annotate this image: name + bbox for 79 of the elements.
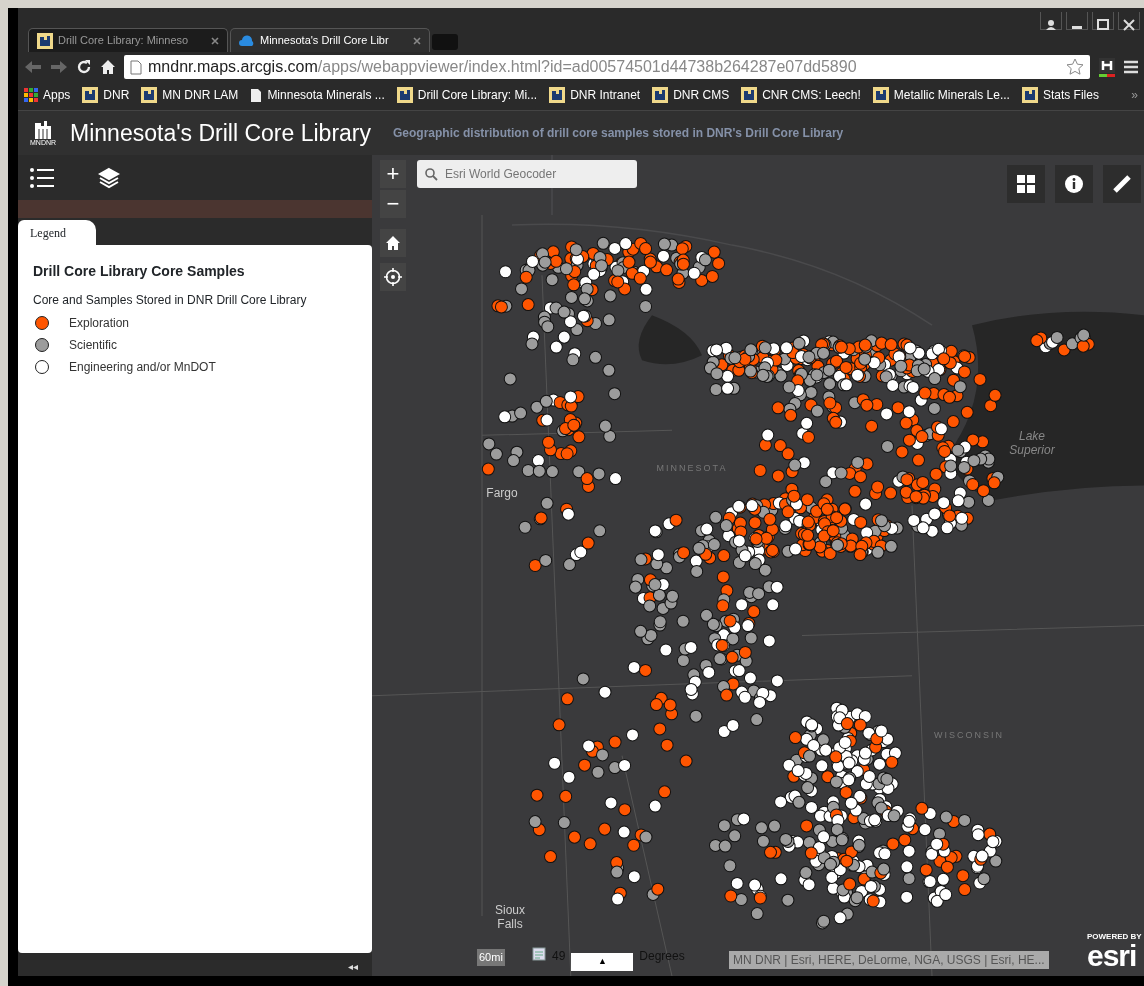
site-favicon-icon (37, 32, 53, 49)
lake-label: Lake Superior (1009, 429, 1055, 458)
page-icon (250, 87, 263, 103)
home-button[interactable] (380, 229, 406, 257)
site-favicon-icon (396, 87, 413, 103)
reload-icon[interactable] (76, 59, 92, 75)
zoom-in-button[interactable]: + (380, 160, 406, 188)
close-icon[interactable] (1118, 12, 1140, 30)
widgets-button[interactable] (1007, 165, 1045, 203)
locate-icon (384, 268, 402, 286)
info-icon (1064, 174, 1084, 194)
state-label: WISCONSIN (934, 729, 1004, 740)
site-favicon-icon (872, 87, 889, 103)
layer-description: Core and Samples Stored in DNR Drill Core Library (33, 292, 308, 309)
site-favicon-icon (141, 87, 158, 103)
bookmark-link[interactable]: DNR (82, 86, 130, 104)
coordinates-icon[interactable] (532, 947, 546, 961)
cloud-icon (239, 34, 255, 47)
maximize-icon[interactable] (1092, 12, 1114, 30)
grid-icon (1016, 174, 1036, 194)
user-icon[interactable] (1040, 12, 1062, 30)
app-title: Minnesota's Drill Core Library (70, 118, 371, 148)
layer-title: Drill Core Library Core Samples (33, 262, 246, 281)
home-icon[interactable] (100, 59, 116, 75)
toggle-button[interactable]: ▲ (571, 953, 634, 971)
bookmark-link[interactable]: MN DNR LAM (141, 86, 239, 104)
more-bookmarks-button[interactable]: » (1131, 86, 1138, 104)
attribution-text: MN DNR | Esri, HERE, DeLorme, NGA, USGS | Esri, HE... (729, 951, 1049, 969)
search-icon (425, 168, 438, 181)
legend-list-icon[interactable] (30, 166, 54, 189)
home-icon (385, 235, 401, 251)
state-label: MINNESOTA (656, 463, 728, 474)
city-label: Sioux Falls (495, 902, 525, 931)
tab-title: Drill Core Library: Minneso (58, 33, 190, 49)
scale-bar: 60mi (477, 949, 505, 966)
menu-icon[interactable] (1124, 60, 1138, 74)
site-favicon-icon (1021, 87, 1038, 103)
back-icon[interactable] (24, 60, 42, 74)
browser-tab[interactable]: Minnesota's Drill Core Libr (230, 28, 430, 52)
bookmark-link[interactable]: Drill Core Library: Mi... (396, 86, 538, 104)
legend-label: Exploration (69, 315, 130, 332)
city-label: Fargo (486, 486, 518, 501)
info-button[interactable] (1055, 165, 1093, 203)
ruler-icon (1112, 174, 1132, 194)
bookmark-link[interactable]: DNR Intranet (549, 86, 641, 104)
layers-icon[interactable] (98, 166, 120, 189)
site-favicon-icon (652, 87, 669, 103)
bookmark-link[interactable]: CNR CMS: Leech! (741, 86, 861, 104)
collapse-button[interactable]: ◂◂ (348, 958, 358, 974)
zoom-out-button[interactable]: − (380, 190, 406, 218)
address-bar[interactable]: mndnr.maps.arcgis.com/apps/webappviewer/index.html?id=ad00574501d44738b264287e07dd5890 (124, 55, 1090, 79)
app-subtitle: Geographic distribution of drill core samples stored in DNR's Drill Core Library (393, 125, 844, 142)
tab-title: Minnesota's Drill Core Libr (260, 33, 390, 49)
locate-button[interactable] (380, 263, 406, 291)
site-favicon-icon (549, 87, 566, 103)
search-field[interactable]: Esri World Geocoder (417, 160, 637, 188)
star-icon[interactable] (1066, 58, 1084, 76)
measure-button[interactable] (1103, 165, 1141, 203)
legend-tab[interactable]: Legend (18, 220, 96, 245)
esri-logo-text: esri (1087, 941, 1137, 971)
legend-label: Scientific (69, 337, 118, 354)
bookmark-link[interactable]: Apps (24, 86, 71, 104)
legend-label: Engineering and/or MnDOT (69, 359, 216, 376)
browser-tab[interactable]: Drill Core Library: Minneso (28, 28, 228, 52)
bookmark-link[interactable]: Metallic Minerals Le... (872, 86, 1010, 104)
extension-icon[interactable] (1098, 57, 1116, 77)
site-favicon-icon (82, 87, 99, 103)
site-favicon-icon (741, 87, 758, 103)
url-text: mndnr.maps.arcgis.com/apps/webappviewer/index.html?id=ad00574501d44738b264287e07dd5890 (148, 57, 857, 77)
close-icon[interactable] (211, 36, 219, 45)
apps-grid-icon (24, 88, 38, 102)
minimize-icon[interactable] (1066, 12, 1088, 30)
bookmark-link[interactable]: DNR CMS (652, 86, 730, 104)
bookmark-link[interactable]: Minnesota Minerals ... (250, 86, 385, 104)
forward-icon[interactable] (50, 60, 68, 74)
coordinates-unit: Degrees (639, 948, 685, 965)
bookmark-link[interactable]: Stats Files (1021, 86, 1099, 104)
page-icon (130, 59, 142, 75)
powered-by-text: POWERED BY (1087, 933, 1142, 941)
